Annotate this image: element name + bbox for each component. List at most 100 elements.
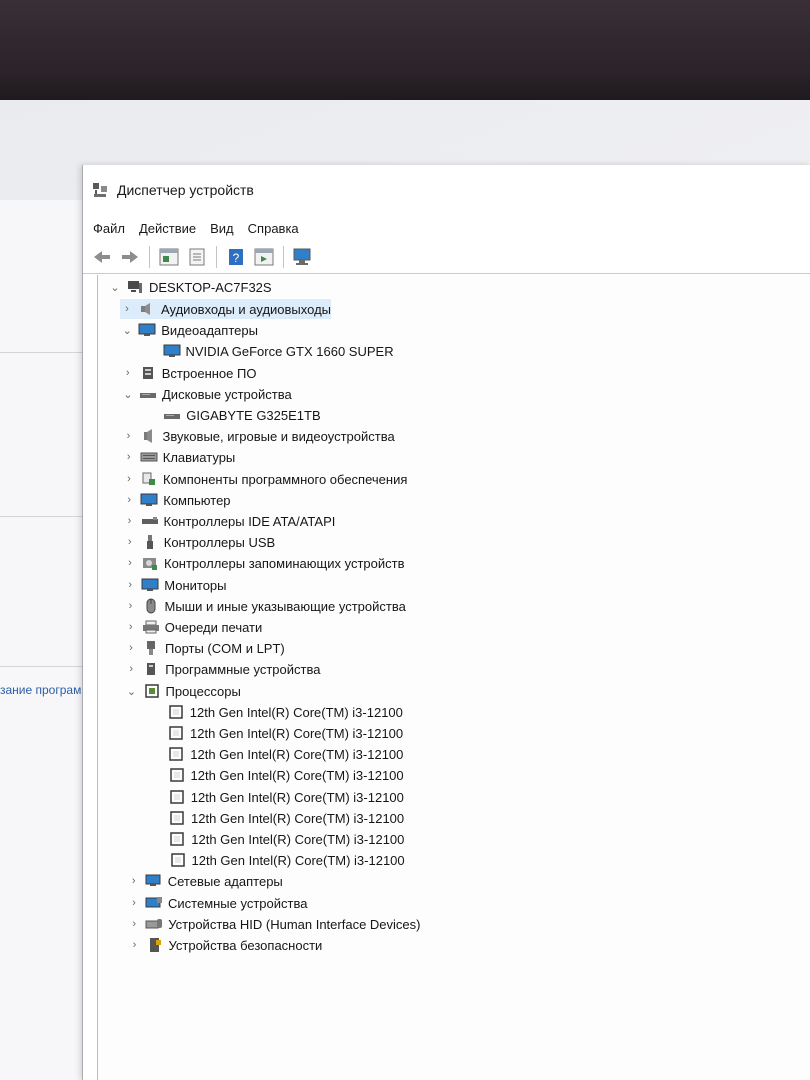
disk-icon [163,407,181,423]
tree-device[interactable]: 12th Gen Intel(R) Core(TM) i3-12100 [168,787,404,807]
menu-help[interactable]: Справка [248,221,299,236]
tree-category[interactable]: › Порты (COM и LPT) [124,638,285,658]
computer-icon [126,279,144,295]
tree-category[interactable]: › Контроллеры USB [123,532,275,552]
chevron-right-icon[interactable]: › [127,871,141,891]
chevron-right-icon[interactable]: › [124,638,138,658]
tree-device[interactable]: 12th Gen Intel(R) Core(TM) i3-12100 [168,829,404,849]
tree-category[interactable]: › Программные устройства [124,659,320,679]
display-adapter-icon [163,343,181,359]
tree-category-label: Видеоадаптеры [161,322,258,338]
tree-category[interactable]: › Компьютер [122,490,230,510]
chevron-right-icon[interactable]: › [124,617,138,637]
chevron-right-icon[interactable]: › [120,299,134,319]
tree-device[interactable]: 12th Gen Intel(R) Core(TM) i3-12100 [169,850,405,870]
chevron-right-icon[interactable]: › [121,363,135,383]
tree-category-label: Мониторы [164,577,227,593]
chevron-down-icon[interactable]: ⌄ [125,681,139,701]
processor-icon [168,831,186,847]
chevron-right-icon[interactable]: › [123,532,137,552]
menu-action[interactable]: Действие [139,221,196,236]
chevron-down-icon[interactable]: ⌄ [108,277,122,297]
tree-device-label: 12th Gen Intel(R) Core(TM) i3-12100 [189,704,403,720]
tree-device[interactable]: 12th Gen Intel(R) Core(TM) i3-12100 [167,702,403,722]
tree-device[interactable]: NVIDIA GeForce GTX 1660 SUPER [163,341,394,361]
chevron-right-icon[interactable]: › [123,511,137,531]
chevron-down-icon[interactable]: ⌄ [121,384,135,404]
device-tree: ⌄ DESKTOP-AC7F32S › Аудиовходы и аудиовых… [97,275,810,1080]
tree-category[interactable]: › Устройства HID (Human Interface Devices… [127,914,420,934]
tree-category[interactable]: › Мыши и иные указывающие устройства [124,596,406,616]
properties-button[interactable] [184,244,210,270]
hid-icon [145,916,163,932]
tree-category[interactable]: ⌄ Дисковые устройства [121,384,292,404]
tree-root[interactable]: ⌄ DESKTOP-AC7F32S [108,277,272,297]
svg-text:?: ? [233,251,240,265]
tree-device[interactable]: 12th Gen Intel(R) Core(TM) i3-12100 [167,744,403,764]
tree-category[interactable]: › Встроенное ПО [121,363,257,383]
background-link[interactable]: зание програм [0,683,82,697]
processor-icon [168,789,186,805]
tree-category-label: Мыши и иные указывающие устройства [164,598,406,614]
back-button[interactable] [89,244,115,270]
tree-category-label: Контроллеры IDE ATA/ATAPI [163,513,336,529]
tree-category[interactable]: › Клавиатуры [122,447,236,467]
toolbar: ? [83,241,810,274]
tree-device-label: 12th Gen Intel(R) Core(TM) i3-12100 [190,746,404,762]
tree-category[interactable]: › Контроллеры запоминающих устройств [123,553,404,573]
chevron-right-icon[interactable]: › [124,659,138,679]
tree-device[interactable]: GIGABYTE G325E1TB [163,405,321,425]
scan-hardware-button[interactable] [290,244,316,270]
action-pane-icon [254,248,274,266]
menu-view[interactable]: Вид [210,221,234,236]
tree-category[interactable]: › Устройства безопасности [128,935,323,955]
tree-category[interactable]: › Контроллеры IDE ATA/ATAPI [123,511,336,531]
tree-category[interactable]: › Звуковые, игровые и видеоустройства [122,426,395,446]
chevron-right-icon[interactable]: › [128,935,142,955]
chevron-right-icon[interactable]: › [127,893,141,913]
show-hide-console-tree-button[interactable] [156,244,182,270]
chevron-right-icon[interactable]: › [122,426,136,446]
tree-category[interactable]: › Очереди печати [124,617,263,637]
console-tree-icon [159,248,179,266]
tree-category[interactable]: ⌄ Видеоадаптеры [120,320,258,340]
tree-category-label: Клавиатуры [162,449,236,465]
printer-icon [142,619,160,635]
tree-device[interactable]: 12th Gen Intel(R) Core(TM) i3-12100 [168,808,404,828]
port-icon [142,640,160,656]
chevron-right-icon[interactable]: › [123,575,137,595]
menu-file[interactable]: Файл [93,221,125,236]
toolbar-separator [216,246,217,268]
tree-category-label: Аудиовходы и аудиовыходы [161,301,331,317]
background-divider [0,516,82,517]
tree-device[interactable]: 12th Gen Intel(R) Core(TM) i3-12100 [167,723,403,743]
forward-button[interactable] [117,244,143,270]
tree-category[interactable]: › Компоненты программного обеспечения [122,469,407,489]
chevron-right-icon[interactable]: › [122,490,136,510]
chevron-down-icon[interactable]: ⌄ [120,320,134,340]
tree-category-label: Дисковые устройства [162,386,292,402]
tree-device[interactable]: 12th Gen Intel(R) Core(TM) i3-12100 [168,765,404,785]
tree-category-label: Программные устройства [165,661,321,677]
computer-icon [140,492,158,508]
processor-icon [167,725,185,741]
tree-category[interactable]: › Аудиовходы и аудиовыходы [120,299,331,319]
software-component-icon [140,471,158,487]
chevron-right-icon[interactable]: › [127,914,141,934]
chevron-right-icon[interactable]: › [124,596,138,616]
title-bar[interactable]: Диспетчер устройств [83,165,810,215]
tree-category[interactable]: › Сетевые адаптеры [127,871,283,891]
tree-category[interactable]: › Мониторы [123,575,226,595]
root-label: DESKTOP-AC7F32S [149,279,272,295]
tree-category[interactable]: › Системные устройства [127,893,307,913]
chevron-right-icon[interactable]: › [123,553,137,573]
tree-category[interactable]: ⌄ Процессоры [125,681,241,701]
firmware-icon [139,365,157,381]
action-pane-button[interactable] [251,244,277,270]
chevron-right-icon[interactable]: › [122,447,136,467]
tree-category-label: Очереди печати [164,619,263,635]
help-button[interactable]: ? [223,244,249,270]
chevron-right-icon[interactable]: › [122,469,136,489]
processor-icon [168,767,186,783]
processor-icon [168,810,186,826]
